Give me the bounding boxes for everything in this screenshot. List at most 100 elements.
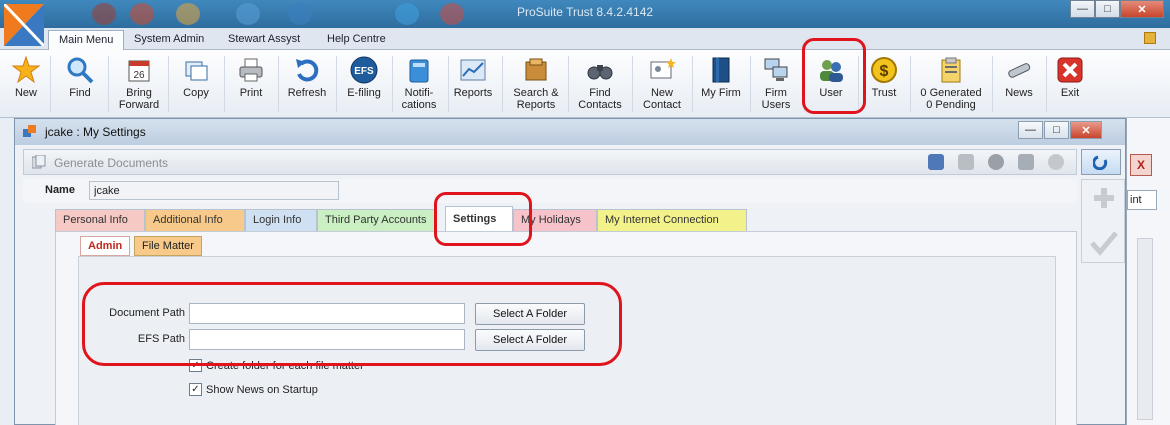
settings-minimize-button[interactable]: — (1018, 121, 1043, 139)
new-contact-button[interactable]: New Contact (636, 52, 688, 116)
exit-icon (1055, 55, 1085, 85)
tab-additional-info[interactable]: Additional Info (145, 209, 245, 231)
telescope-icon (1004, 55, 1034, 85)
printer-icon (236, 55, 266, 85)
tab-personal-info[interactable]: Personal Info (55, 209, 145, 231)
generate-documents-icon (32, 155, 46, 169)
news-button[interactable]: News (996, 52, 1042, 116)
svg-text:EFS: EFS (354, 66, 374, 77)
transfer-icon[interactable] (1018, 154, 1034, 170)
tab-help-centre[interactable]: Help Centre (317, 30, 396, 50)
dollar-icon: $ (869, 55, 899, 85)
star-icon (11, 55, 41, 85)
tab-my-holidays[interactable]: My Holidays (513, 209, 597, 231)
user-button[interactable]: User (808, 52, 854, 116)
maximize-button[interactable]: □ (1095, 0, 1120, 18)
chart-icon (458, 55, 488, 85)
settings-title-bar: jcake : My Settings — □ ✕ (15, 119, 1125, 145)
show-news-label: Show News on Startup (206, 383, 318, 396)
create-folder-checkbox[interactable]: ✓ (189, 359, 202, 372)
bring-forward-button[interactable]: 26 Bring Forward (114, 52, 164, 116)
app-title: ProSuite Trust 8.4.2.4142 (516, 5, 654, 19)
magnifier-icon (65, 55, 95, 85)
clipboard-icon (936, 55, 966, 85)
window-controls: — □ ✕ (1070, 0, 1164, 18)
menu-tab-bar: Main Menu System Admin Stewart Assyst He… (0, 28, 1170, 50)
pin-icon[interactable] (1144, 32, 1156, 44)
show-news-option: ✓ Show News on Startup (189, 383, 318, 396)
my-settings-window: jcake : My Settings — □ ✕ Generate Docum… (14, 118, 1126, 425)
calendar-icon: 26 (124, 55, 154, 85)
tab-login-info[interactable]: Login Info (245, 209, 317, 231)
admin-content: Document Path Select A Folder EFS Path S… (78, 256, 1056, 425)
name-label: Name (45, 184, 75, 196)
e-filing-button[interactable]: EFS E-filing (342, 52, 386, 116)
reports-button[interactable]: Reports (450, 52, 496, 116)
generate-documents-button[interactable]: Generate Documents (54, 156, 168, 170)
select-document-folder-button[interactable]: Select A Folder (475, 303, 585, 325)
tab-stewart-assyst[interactable]: Stewart Assyst (218, 30, 310, 50)
binoculars-icon (585, 55, 615, 85)
background-close-icon[interactable]: X (1130, 154, 1152, 176)
users-icon (816, 55, 846, 85)
refresh-icon (1093, 155, 1108, 170)
document-toolbar: Generate Documents (23, 149, 1077, 175)
my-firm-button[interactable]: My Firm (696, 52, 746, 116)
background-scrollbar[interactable] (1137, 238, 1153, 420)
settings-panel: Admin File Matter Document Path Select A… (55, 231, 1077, 425)
tab-system-admin[interactable]: System Admin (124, 30, 214, 50)
coin-icon[interactable] (988, 154, 1004, 170)
name-field[interactable] (89, 181, 339, 200)
minimize-button[interactable]: — (1070, 0, 1095, 18)
add-icon[interactable] (1092, 186, 1116, 210)
app-title-bar: ProSuite Trust 8.4.2.4142 — □ ✕ (0, 0, 1170, 28)
app-logo-icon[interactable] (4, 4, 44, 46)
notifications-icon (404, 55, 434, 85)
show-news-checkbox[interactable]: ✓ (189, 383, 202, 396)
gear-icon[interactable] (1048, 154, 1064, 170)
refresh-tool-button[interactable] (1081, 149, 1121, 175)
copy-icon (181, 55, 211, 85)
tab-my-internet-connection[interactable]: My Internet Connection (597, 209, 747, 231)
subtab-admin[interactable]: Admin (80, 236, 131, 256)
refresh-button[interactable]: Refresh (284, 52, 330, 116)
new-button[interactable]: New (6, 52, 46, 116)
efs-icon: EFS (349, 55, 379, 85)
refresh-icon (292, 55, 322, 85)
copy-button[interactable]: Copy (174, 52, 218, 116)
tab-main-menu[interactable]: Main Menu (48, 30, 125, 50)
tab-third-party-accounts[interactable]: Third Party Accounts (317, 209, 437, 231)
book-icon (706, 55, 736, 85)
search-reports-button[interactable]: Search & Reports (508, 52, 564, 116)
checkmark-icon[interactable] (1089, 230, 1119, 256)
document-path-label: Document Path (109, 307, 185, 319)
create-folder-option: ✓ Create folder for each file matter (189, 359, 364, 372)
efs-path-input[interactable] (189, 329, 465, 350)
window-icon (23, 125, 36, 137)
efs-path-label: EFS Path (137, 333, 185, 345)
svg-text:$: $ (880, 63, 889, 80)
close-button[interactable]: ✕ (1120, 0, 1164, 18)
calculator-icon[interactable] (928, 154, 944, 170)
settings-close-button[interactable]: ✕ (1070, 121, 1102, 139)
new-contact-icon (647, 55, 677, 85)
select-efs-folder-button[interactable]: Select A Folder (475, 329, 585, 351)
firm-users-button[interactable]: Firm Users (754, 52, 798, 116)
tab-settings[interactable]: Settings (445, 206, 513, 231)
exit-button[interactable]: Exit (1048, 52, 1092, 116)
document-path-input[interactable] (189, 303, 465, 324)
print-button[interactable]: Print (230, 52, 272, 116)
generated-pending-button[interactable]: 0 Generated 0 Pending (914, 52, 988, 116)
computers-icon (761, 55, 791, 85)
settings-window-title: jcake : My Settings (45, 125, 146, 139)
settings-maximize-button[interactable]: □ (1044, 121, 1069, 139)
find-contacts-button[interactable]: Find Contacts (574, 52, 626, 116)
background-button-fragment[interactable]: int (1127, 190, 1157, 210)
chart-tool-icon[interactable] (958, 154, 974, 170)
notifications-button[interactable]: Notifi- cations (396, 52, 442, 116)
subtab-file-matter[interactable]: File Matter (134, 236, 202, 256)
find-button[interactable]: Find (58, 52, 102, 116)
ribbon-toolbar: New Find 26 Bring Forward Copy Print Ref… (0, 50, 1170, 118)
create-folder-label: Create folder for each file matter (206, 359, 364, 372)
trust-button[interactable]: $ Trust (862, 52, 906, 116)
